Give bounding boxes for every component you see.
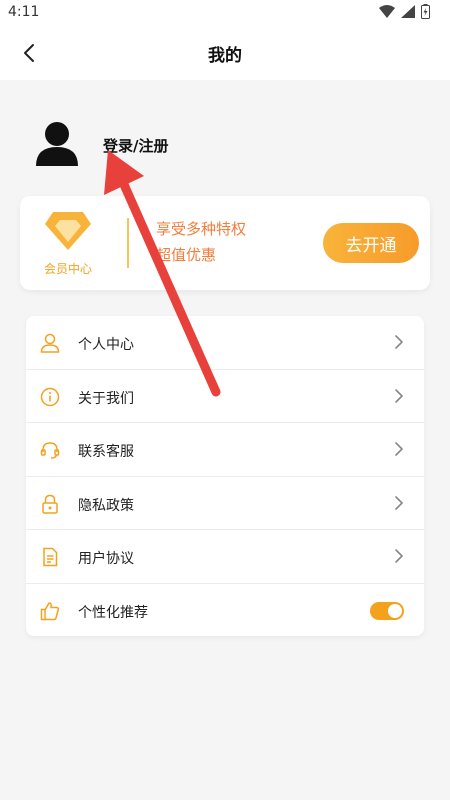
menu-item-label: 个人中心 <box>78 337 134 353</box>
vip-benefit-line1: 享受多种特权 <box>156 220 247 238</box>
headset-icon <box>40 442 60 459</box>
chevron-right-icon <box>395 495 403 510</box>
info-circle-icon <box>40 387 60 406</box>
vip-divider <box>127 218 129 268</box>
menu-item-contact-support[interactable]: 联系客服 <box>26 423 424 477</box>
lock-icon <box>42 494 58 514</box>
profile-section: 登录/注册 <box>0 80 450 190</box>
menu-item-about-us[interactable]: 关于我们 <box>26 370 424 423</box>
wifi-icon <box>379 5 395 18</box>
login-register-link[interactable]: 登录/注册 <box>103 135 168 156</box>
menu-item-personalized-recommendation: 个性化推荐 <box>26 584 424 637</box>
vip-center-badge[interactable]: 会员中心 <box>40 210 96 280</box>
chevron-right-icon <box>395 335 403 349</box>
chevron-right-icon <box>395 388 403 403</box>
chevron-right-icon <box>395 442 403 456</box>
menu-item-label: 关于我们 <box>78 390 134 407</box>
menu-item-label: 个性化推荐 <box>78 604 148 621</box>
status-time: 4:11 <box>8 4 40 20</box>
status-bar: 4:11 <box>0 0 450 26</box>
app-bar: 我的 <box>0 26 450 80</box>
toggle-knob <box>388 603 402 618</box>
settings-menu: 个人中心 关于我们 联系客服 隐私政策 用户协议 个性化推荐 <box>26 316 424 636</box>
menu-item-label: 用户协议 <box>78 551 134 567</box>
thumbs-up-icon <box>40 601 60 620</box>
menu-item-privacy-policy[interactable]: 隐私政策 <box>26 477 424 530</box>
activate-vip-button[interactable]: 去开通 <box>323 223 419 263</box>
battery-icon <box>421 4 430 19</box>
user-outline-icon <box>40 333 60 353</box>
status-icons <box>379 4 430 19</box>
vip-card[interactable]: 会员中心 享受多种特权 超值优惠 去开通 <box>20 196 430 290</box>
chevron-right-icon <box>395 549 403 563</box>
document-icon <box>43 547 58 567</box>
signal-icon <box>401 5 415 18</box>
vip-benefit-line2: 超值优惠 <box>156 246 217 264</box>
menu-item-label: 联系客服 <box>78 444 134 460</box>
menu-item-personal-center[interactable]: 个人中心 <box>26 316 424 370</box>
page-title: 我的 <box>208 46 242 66</box>
menu-item-label: 隐私政策 <box>78 497 134 514</box>
menu-item-user-agreement[interactable]: 用户协议 <box>26 530 424 584</box>
user-silhouette-icon[interactable] <box>34 120 80 166</box>
personalized-recommendation-toggle[interactable] <box>370 601 404 620</box>
vip-center-label: 会员中心 <box>43 262 92 276</box>
diamond-icon <box>45 212 91 250</box>
